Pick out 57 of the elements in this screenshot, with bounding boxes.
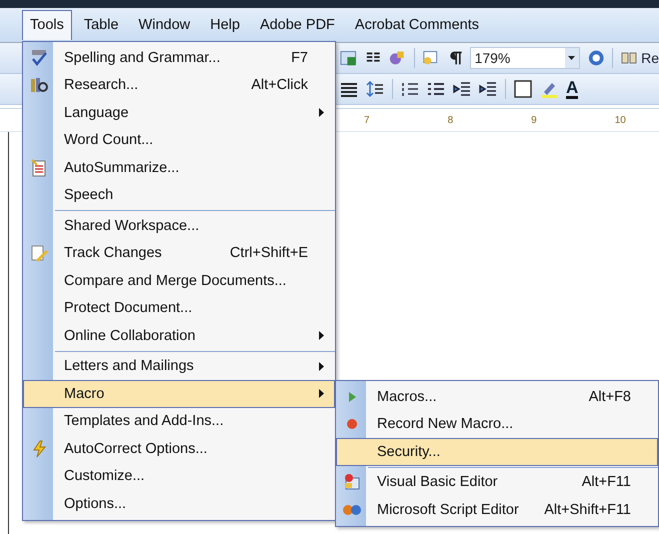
border-icon[interactable] — [514, 80, 532, 98]
document-icon — [30, 158, 48, 177]
read-button[interactable]: Re — [621, 50, 659, 66]
spreadsheet-icon[interactable] — [340, 49, 356, 67]
menu-item[interactable]: Customize... — [23, 462, 335, 490]
menu-title[interactable]: Table — [76, 10, 127, 40]
menu-item[interactable]: Language — [23, 99, 335, 126]
ruler-number: 9 — [531, 114, 537, 126]
play-icon — [347, 390, 357, 403]
drawing-icon[interactable] — [389, 49, 406, 67]
help-icon[interactable] — [588, 49, 604, 67]
menu-title[interactable]: Window — [130, 10, 198, 40]
menu-item[interactable]: Shared Workspace... — [23, 212, 335, 240]
zoom-field[interactable]: 179% — [470, 47, 580, 69]
menu-item[interactable]: AutoCorrect Options... — [23, 435, 335, 462]
menu-title[interactable]: Adobe PDF — [252, 10, 343, 40]
font-color-button[interactable]: A — [566, 80, 578, 98]
numbering-icon[interactable] — [401, 80, 419, 98]
books-icon — [30, 76, 48, 94]
increase-indent-icon[interactable] — [479, 80, 497, 98]
record-icon — [346, 418, 358, 430]
highlighter-icon[interactable] — [540, 80, 558, 98]
dropdown-arrow-icon[interactable] — [568, 56, 576, 60]
menu-item[interactable]: Spelling and Grammar... F7 — [23, 44, 335, 72]
menu-item[interactable]: Letters and Mailings — [23, 352, 335, 380]
menu-item[interactable]: AutoSummarize... — [23, 154, 335, 182]
book-icon — [621, 51, 638, 65]
pencil-document-icon — [30, 244, 48, 262]
decrease-indent-icon[interactable] — [453, 80, 471, 98]
editor-window-icon — [343, 473, 361, 492]
spelling-check-icon — [30, 48, 48, 67]
line-spacing-icon[interactable] — [366, 80, 384, 98]
ruler-number: 8 — [448, 114, 454, 126]
menu-item[interactable]: Protect Document... — [23, 294, 335, 322]
menu-title[interactable]: Acrobat Comments — [346, 10, 488, 40]
bullets-icon[interactable] — [427, 80, 445, 98]
menu-item[interactable]: Visual Basic Editor Alt+F11 — [336, 468, 658, 496]
menu-item[interactable]: Speech — [23, 182, 335, 209]
menu-item[interactable]: Macros... Alt+F8 — [336, 383, 658, 410]
document-map-icon[interactable] — [422, 49, 439, 67]
menu-item[interactable]: Online Collaboration — [23, 322, 335, 350]
ruler-number: 7 — [364, 114, 370, 126]
menu-item[interactable]: Microsoft Script Editor Alt+Shift+F11 — [336, 496, 658, 524]
menu-title[interactable]: Tools — [22, 10, 72, 40]
ruler-number: 10 — [614, 114, 626, 126]
lightning-icon — [31, 440, 47, 458]
menu-item[interactable]: Templates and Add-Ins... — [23, 408, 335, 435]
menu-item[interactable]: Security... — [336, 438, 658, 466]
menu-item[interactable]: Compare and Merge Documents... — [23, 267, 335, 294]
menu-item[interactable]: Track Changes Ctrl+Shift+E — [23, 240, 335, 267]
menu-item[interactable]: Options... — [23, 490, 335, 518]
menu-item[interactable]: Research... Alt+Click — [23, 72, 335, 99]
justify-icon[interactable] — [340, 80, 358, 98]
menu-title[interactable]: Help — [202, 10, 248, 40]
menu-item[interactable]: Record New Macro... — [336, 410, 658, 438]
menu-item[interactable]: Word Count... — [23, 126, 335, 154]
menu-item[interactable]: Macro — [23, 380, 335, 408]
